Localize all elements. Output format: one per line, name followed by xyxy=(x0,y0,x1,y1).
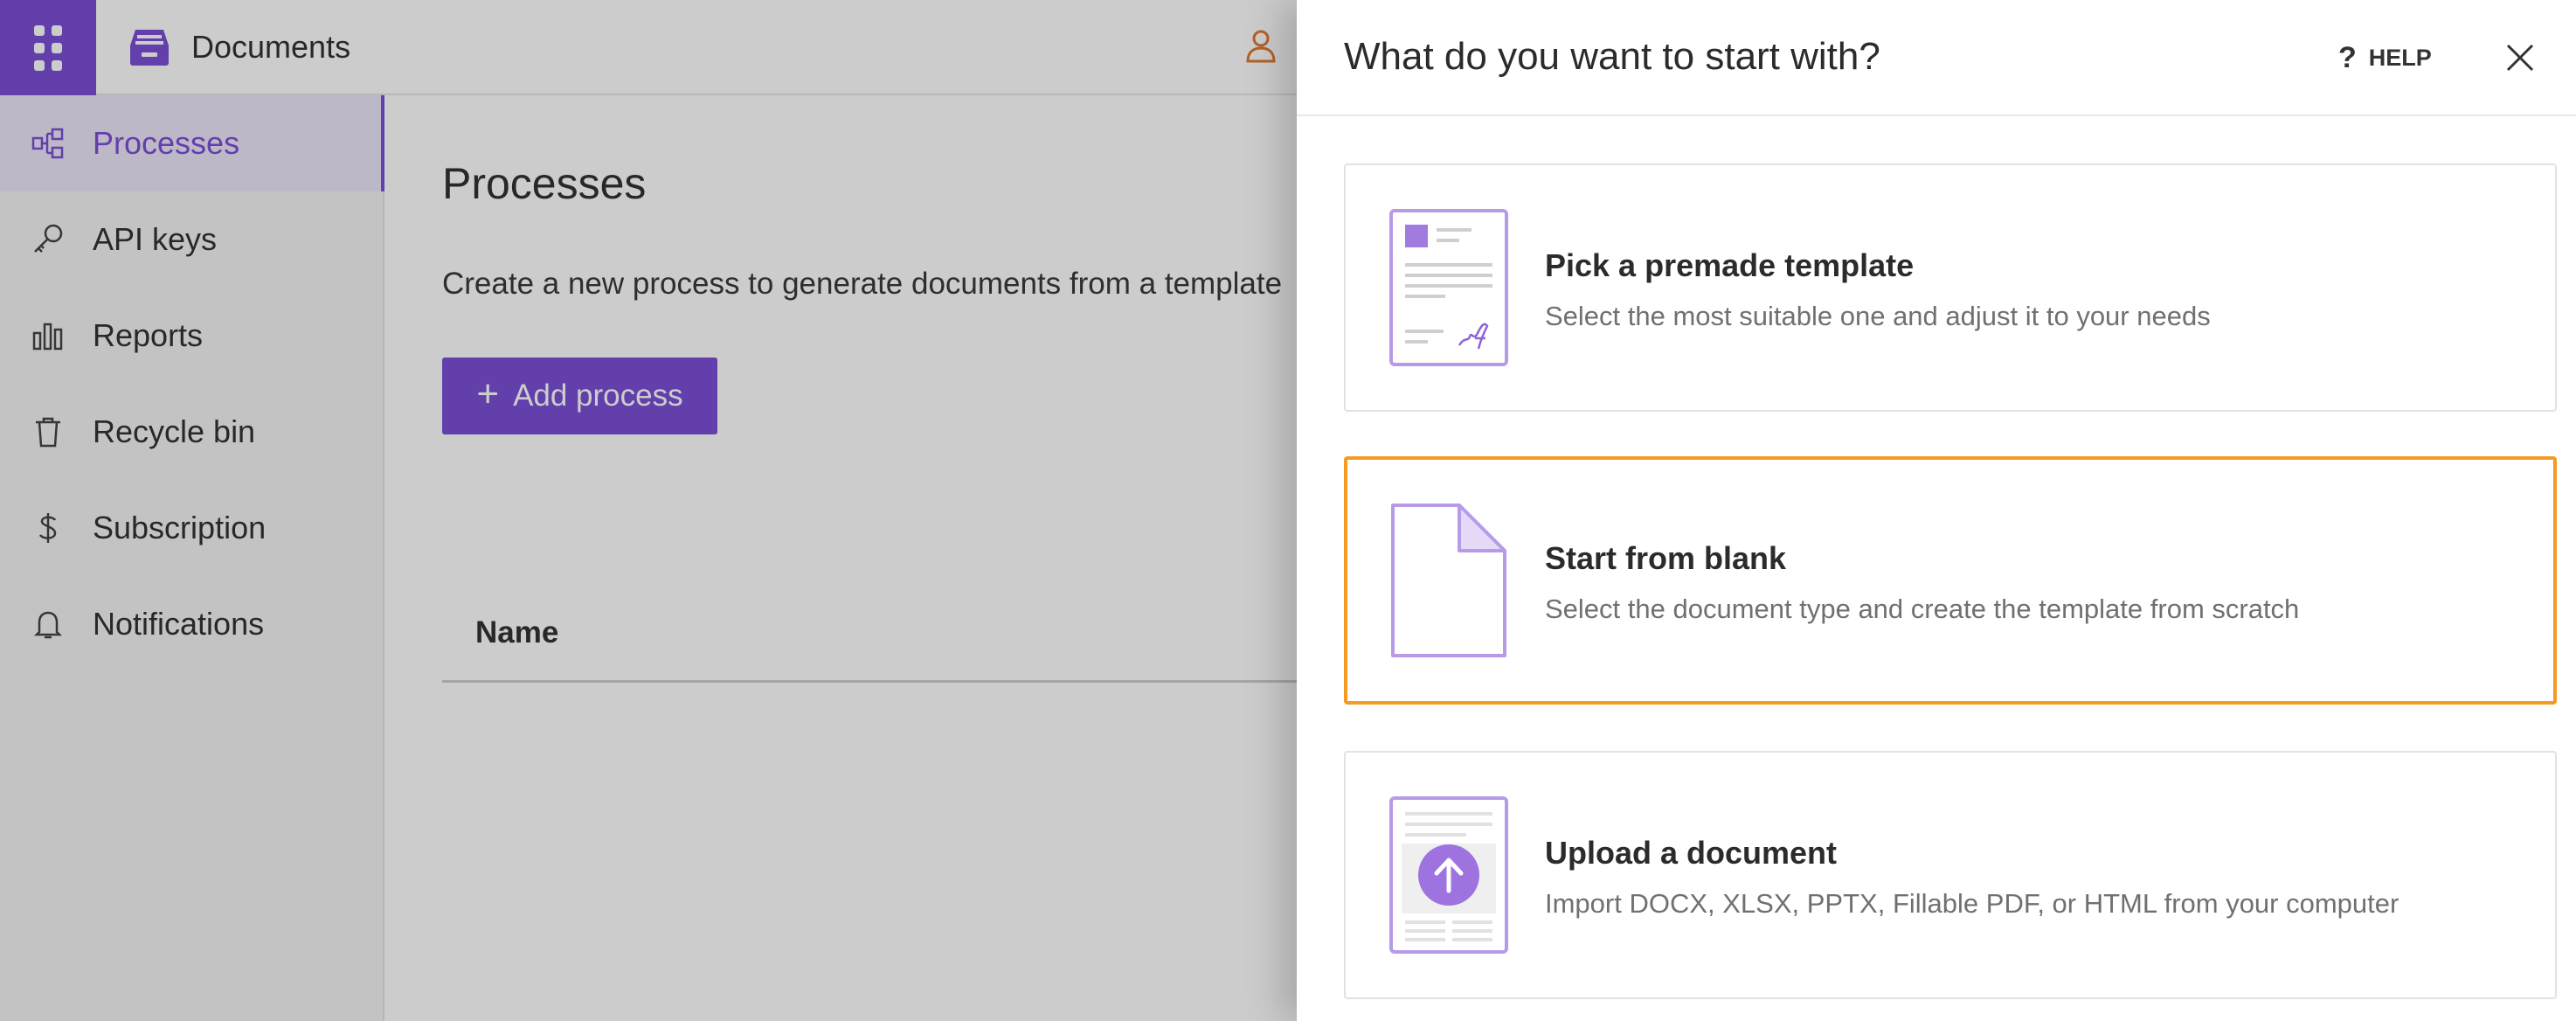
close-icon[interactable] xyxy=(2501,38,2539,77)
modal-backdrop[interactable] xyxy=(0,0,1297,1021)
help-label: HELP xyxy=(2368,44,2432,71)
option-premade-template[interactable]: Pick a premade template Select the most … xyxy=(1344,163,2557,412)
option-description: Select the document type and create the … xyxy=(1545,594,2300,624)
option-title: Start from blank xyxy=(1545,540,1787,576)
option-title: Upload a document xyxy=(1545,835,1838,871)
template-document-icon xyxy=(1389,209,1508,366)
start-options-drawer: What do you want to start with? ? HELP P… xyxy=(1297,0,2576,1021)
option-description: Import DOCX, XLSX, PPTX, Fillable PDF, o… xyxy=(1545,888,2399,919)
option-start-from-blank[interactable]: Start from blank Select the document typ… xyxy=(1344,456,2557,705)
drawer-title: What do you want to start with? xyxy=(1344,35,1880,78)
option-description: Select the most suitable one and adjust … xyxy=(1545,301,2211,331)
option-upload-document[interactable]: Upload a document Import DOCX, XLSX, PPT… xyxy=(1344,751,2557,999)
question-mark-icon: ? xyxy=(2338,40,2357,74)
help-button[interactable]: ? HELP xyxy=(2338,40,2432,75)
option-title: Pick a premade template xyxy=(1545,247,1915,283)
blank-document-icon xyxy=(1391,504,1506,657)
upload-document-icon xyxy=(1389,796,1508,954)
drawer-header: What do you want to start with? ? HELP xyxy=(1297,0,2576,116)
